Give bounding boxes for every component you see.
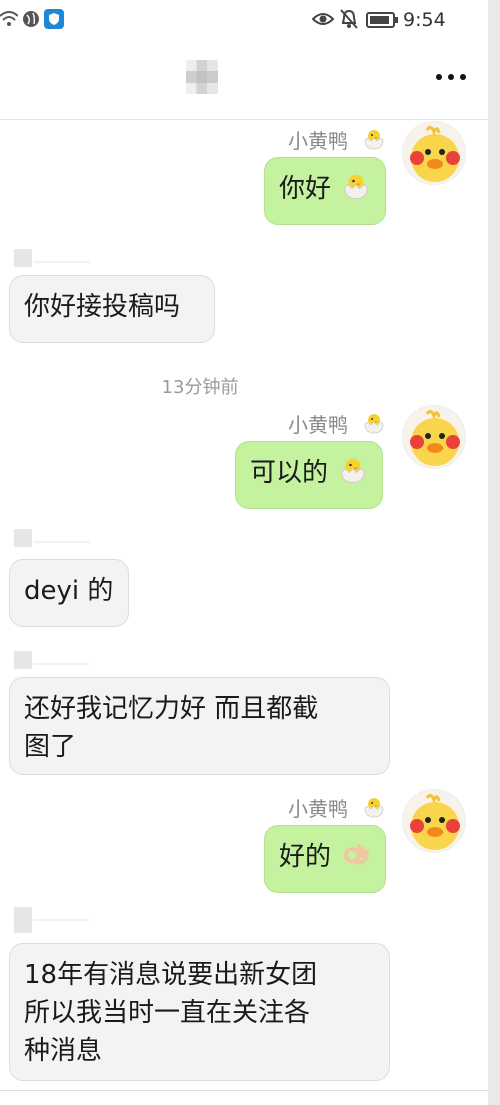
hatching-chick-icon bbox=[344, 174, 369, 200]
duck-avatar-icon bbox=[410, 409, 460, 466]
wifi-icon bbox=[0, 11, 18, 26]
battery-icon bbox=[366, 12, 398, 28]
chat-header bbox=[0, 40, 488, 120]
avatar[interactable] bbox=[402, 789, 466, 853]
bell-muted-icon bbox=[340, 9, 358, 29]
incoming-message[interactable]: 你好接投稿吗 bbox=[9, 275, 215, 343]
contact-avatar-redacted[interactable] bbox=[14, 907, 90, 933]
incoming-message[interactable]: 18年有消息说要出新女团 所以我当时一直在关注各 种消息 bbox=[9, 943, 390, 1081]
contact-avatar-redacted[interactable] bbox=[14, 529, 90, 547]
outgoing-message[interactable]: 你好 bbox=[264, 157, 387, 225]
scroll-edge bbox=[488, 0, 500, 1105]
duck-avatar-icon bbox=[410, 793, 460, 850]
duck-avatar-icon bbox=[410, 125, 460, 182]
sender-name: 小黄鸭 bbox=[288, 797, 348, 821]
message-list[interactable]: 小黄鸭 你好 你好接投稿吗 13分钟前 小黄鸭 可以的 deyi 的 还好我记忆… bbox=[0, 121, 488, 1105]
hatching-chick-icon bbox=[341, 458, 366, 484]
avatar[interactable] bbox=[402, 121, 466, 185]
eye-icon bbox=[312, 13, 334, 25]
ok-hand-icon bbox=[344, 844, 369, 865]
avatar[interactable] bbox=[402, 405, 466, 469]
status-time: 9:54 bbox=[403, 9, 446, 31]
incoming-message[interactable]: 还好我记忆力好 而且都截 图了 bbox=[9, 677, 390, 775]
hatching-chick-icon bbox=[364, 414, 384, 434]
outgoing-message[interactable]: 可以的 bbox=[235, 441, 384, 509]
more-dots-icon[interactable] bbox=[436, 74, 466, 80]
status-bar: 9:54 bbox=[0, 0, 488, 40]
sender-name: 小黄鸭 bbox=[288, 413, 348, 437]
input-bar[interactable] bbox=[0, 1090, 488, 1105]
shield-app-icon bbox=[44, 9, 64, 29]
contact-name-redacted bbox=[186, 60, 218, 94]
message-timestamp: 13分钟前 bbox=[161, 377, 239, 398]
contact-avatar-redacted[interactable] bbox=[14, 249, 90, 267]
incoming-message[interactable]: deyi 的 bbox=[9, 559, 129, 627]
hatching-chick-icon bbox=[364, 798, 384, 818]
hatching-chick-icon bbox=[364, 130, 384, 150]
globe-icon bbox=[23, 11, 39, 27]
outgoing-message[interactable]: 好的 bbox=[264, 825, 387, 893]
sender-name: 小黄鸭 bbox=[288, 129, 348, 153]
contact-avatar-redacted[interactable] bbox=[14, 651, 90, 669]
